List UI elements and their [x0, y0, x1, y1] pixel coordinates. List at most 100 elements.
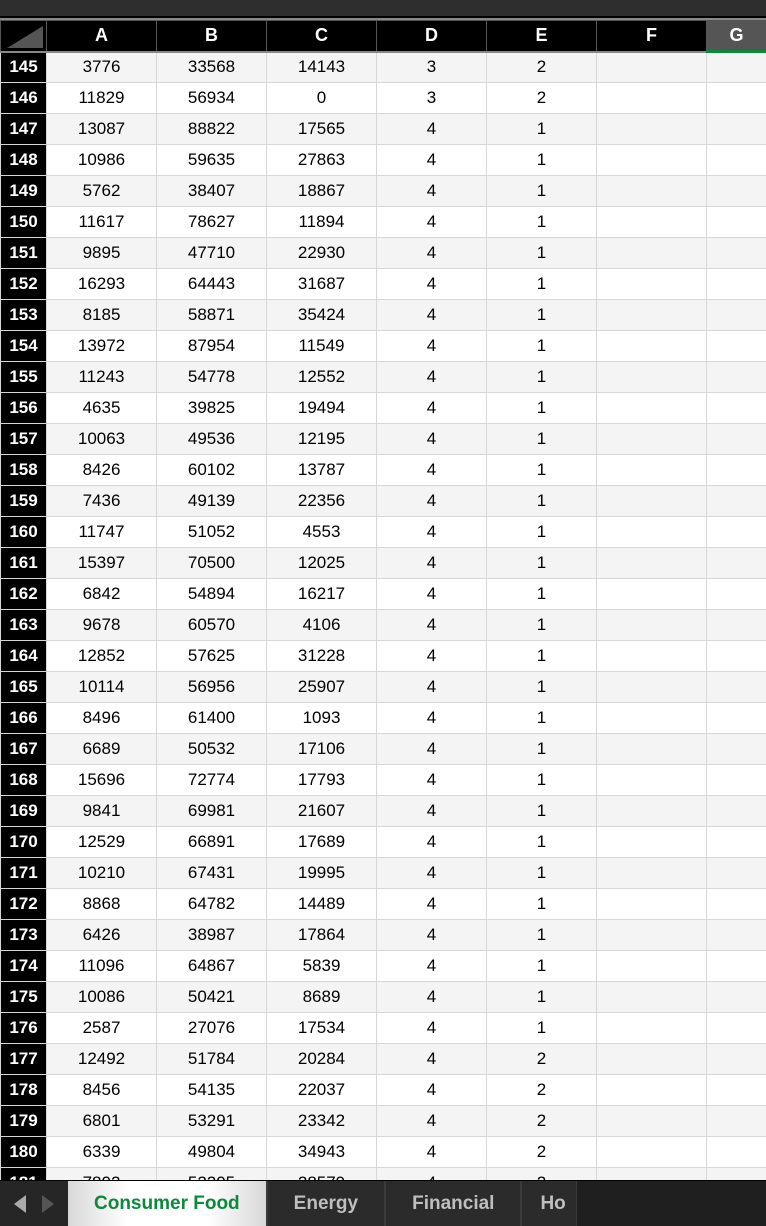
cell-G168[interactable] [707, 765, 766, 796]
cell-G166[interactable] [707, 703, 766, 734]
cell-F166[interactable] [597, 703, 707, 734]
cell-B157[interactable]: 49536 [157, 424, 267, 455]
row-header[interactable]: 154 [1, 331, 47, 362]
cell-E173[interactable]: 1 [487, 920, 597, 951]
cell-E165[interactable]: 1 [487, 672, 597, 703]
cell-E163[interactable]: 1 [487, 610, 597, 641]
cell-D147[interactable]: 4 [377, 114, 487, 145]
row-header[interactable]: 160 [1, 517, 47, 548]
cell-E146[interactable]: 2 [487, 83, 597, 114]
row-header[interactable]: 174 [1, 951, 47, 982]
cell-G171[interactable] [707, 858, 766, 889]
cell-F153[interactable] [597, 300, 707, 331]
cell-G178[interactable] [707, 1075, 766, 1106]
cell-G151[interactable] [707, 238, 766, 269]
row-header[interactable]: 172 [1, 889, 47, 920]
cell-C164[interactable]: 31228 [267, 641, 377, 672]
cell-G158[interactable] [707, 455, 766, 486]
cell-G154[interactable] [707, 331, 766, 362]
cell-A161[interactable]: 15397 [47, 548, 157, 579]
cell-C174[interactable]: 5839 [267, 951, 377, 982]
cell-E181[interactable]: 2 [487, 1168, 597, 1181]
cell-G149[interactable] [707, 176, 766, 207]
cell-E178[interactable]: 2 [487, 1075, 597, 1106]
cell-G170[interactable] [707, 827, 766, 858]
cell-E171[interactable]: 1 [487, 858, 597, 889]
cell-D156[interactable]: 4 [377, 393, 487, 424]
cell-F146[interactable] [597, 83, 707, 114]
cell-A180[interactable]: 6339 [47, 1137, 157, 1168]
cell-D171[interactable]: 4 [377, 858, 487, 889]
cell-B159[interactable]: 49139 [157, 486, 267, 517]
cell-D165[interactable]: 4 [377, 672, 487, 703]
cell-E180[interactable]: 2 [487, 1137, 597, 1168]
cell-G164[interactable] [707, 641, 766, 672]
cell-F178[interactable] [597, 1075, 707, 1106]
cell-F177[interactable] [597, 1044, 707, 1075]
cell-D175[interactable]: 4 [377, 982, 487, 1013]
cell-C166[interactable]: 1093 [267, 703, 377, 734]
cell-E150[interactable]: 1 [487, 207, 597, 238]
cell-G174[interactable] [707, 951, 766, 982]
cell-F157[interactable] [597, 424, 707, 455]
cell-B167[interactable]: 50532 [157, 734, 267, 765]
cell-G146[interactable] [707, 83, 766, 114]
cell-F181[interactable] [597, 1168, 707, 1181]
cell-C160[interactable]: 4553 [267, 517, 377, 548]
cell-F158[interactable] [597, 455, 707, 486]
cell-A163[interactable]: 9678 [47, 610, 157, 641]
cell-D166[interactable]: 4 [377, 703, 487, 734]
cell-C165[interactable]: 25907 [267, 672, 377, 703]
cell-C167[interactable]: 17106 [267, 734, 377, 765]
cell-C145[interactable]: 14143 [267, 52, 377, 83]
cell-D177[interactable]: 4 [377, 1044, 487, 1075]
cell-D161[interactable]: 4 [377, 548, 487, 579]
cell-D174[interactable]: 4 [377, 951, 487, 982]
cell-A172[interactable]: 8868 [47, 889, 157, 920]
row-header[interactable]: 168 [1, 765, 47, 796]
cell-E149[interactable]: 1 [487, 176, 597, 207]
cell-G161[interactable] [707, 548, 766, 579]
cell-F154[interactable] [597, 331, 707, 362]
sheet-tab-partial[interactable]: Ho [521, 1181, 576, 1226]
cell-G179[interactable] [707, 1106, 766, 1137]
cell-F173[interactable] [597, 920, 707, 951]
cell-F151[interactable] [597, 238, 707, 269]
cell-A158[interactable]: 8426 [47, 455, 157, 486]
row-header[interactable]: 155 [1, 362, 47, 393]
row-header[interactable]: 180 [1, 1137, 47, 1168]
cell-F160[interactable] [597, 517, 707, 548]
cell-F145[interactable] [597, 52, 707, 83]
cell-D146[interactable]: 3 [377, 83, 487, 114]
cell-G177[interactable] [707, 1044, 766, 1075]
cell-C171[interactable]: 19995 [267, 858, 377, 889]
cell-B172[interactable]: 64782 [157, 889, 267, 920]
row-header[interactable]: 153 [1, 300, 47, 331]
cell-G147[interactable] [707, 114, 766, 145]
cell-G173[interactable] [707, 920, 766, 951]
row-header[interactable]: 167 [1, 734, 47, 765]
cell-A155[interactable]: 11243 [47, 362, 157, 393]
cell-D163[interactable]: 4 [377, 610, 487, 641]
row-header[interactable]: 145 [1, 52, 47, 83]
cell-C175[interactable]: 8689 [267, 982, 377, 1013]
cell-B170[interactable]: 66891 [157, 827, 267, 858]
cell-C147[interactable]: 17565 [267, 114, 377, 145]
cell-F171[interactable] [597, 858, 707, 889]
cell-E155[interactable]: 1 [487, 362, 597, 393]
cell-B148[interactable]: 59635 [157, 145, 267, 176]
cell-A166[interactable]: 8496 [47, 703, 157, 734]
cell-D155[interactable]: 4 [377, 362, 487, 393]
cell-D154[interactable]: 4 [377, 331, 487, 362]
col-header-D[interactable]: D [377, 21, 487, 52]
cell-D150[interactable]: 4 [377, 207, 487, 238]
cell-B181[interactable]: 52205 [157, 1168, 267, 1181]
col-header-F[interactable]: F [597, 21, 707, 52]
cell-E157[interactable]: 1 [487, 424, 597, 455]
row-header[interactable]: 176 [1, 1013, 47, 1044]
cell-G150[interactable] [707, 207, 766, 238]
cell-E168[interactable]: 1 [487, 765, 597, 796]
cell-D181[interactable]: 4 [377, 1168, 487, 1181]
cell-B164[interactable]: 57625 [157, 641, 267, 672]
cell-B177[interactable]: 51784 [157, 1044, 267, 1075]
